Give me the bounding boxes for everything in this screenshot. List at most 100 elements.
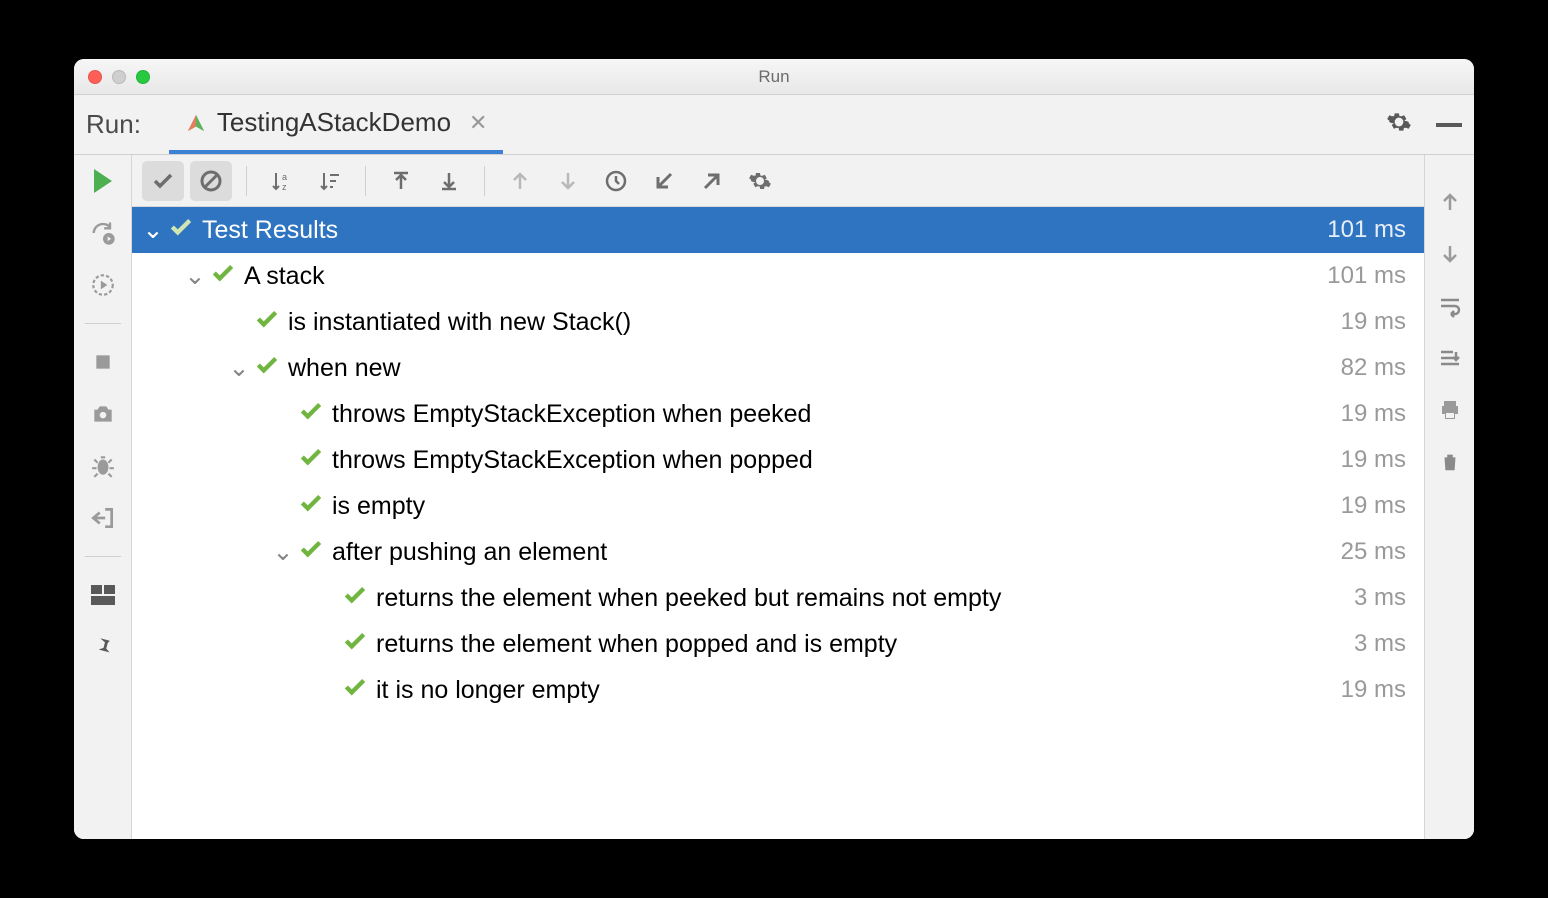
exit-button[interactable] [89,504,117,532]
run-window: Run Run: TestingAStackDemo ✕ [74,59,1474,839]
pass-icon [168,214,194,247]
tree-row-time: 101 ms [1327,262,1406,290]
layout-button[interactable] [89,581,117,609]
run-config-name: TestingAStackDemo [217,107,451,138]
separator [484,166,485,196]
print-button[interactable] [1437,397,1463,423]
export-tests-button[interactable] [691,161,733,201]
expand-icon [389,169,413,193]
chevron-down-icon[interactable]: ⌄ [228,353,250,383]
toggle-auto-test-button[interactable] [89,219,117,247]
separator [246,166,247,196]
clear-all-button[interactable] [1437,449,1463,475]
tree-row[interactable]: is empty19 ms [132,483,1424,529]
pass-icon [254,306,280,339]
arrow-down-icon [1438,242,1462,266]
run-label: Run: [86,109,141,140]
show-passed-button[interactable] [142,161,184,201]
pass-icon [254,352,280,385]
soft-wrap-button[interactable] [1437,293,1463,319]
tree-row-label: throws EmptyStackException when popped [332,446,1341,475]
wrap-icon [1438,294,1462,318]
collapse-icon [437,169,461,193]
arrow-down-icon [556,169,580,193]
tree-row-label: returns the element when popped and is e… [376,630,1354,659]
check-icon [151,169,175,193]
dump-threads-button[interactable] [89,400,117,428]
scroll-to-end-button[interactable] [1437,345,1463,371]
rerun-button[interactable] [89,167,117,195]
main-panel: az ⌄ Test Results 101 ms [132,155,1424,839]
settings-button[interactable] [1386,109,1412,140]
tree-row[interactable]: ⌄A stack101 ms [132,253,1424,299]
rerun-failed-icon [90,272,116,298]
tree-row-label: when new [288,354,1341,383]
svg-text:z: z [282,182,287,192]
tree-root-row[interactable]: ⌄ Test Results 101 ms [132,207,1424,253]
test-settings-button[interactable] [739,161,781,201]
pin-icon [91,635,115,659]
debug-button[interactable] [89,452,117,480]
run-tabbar: Run: TestingAStackDemo ✕ [74,95,1474,155]
minus-icon [1436,123,1462,127]
pass-icon [298,444,324,477]
tree-row-label: returns the element when peeked but rema… [376,584,1354,613]
svg-text:a: a [282,172,287,182]
tree-row-time: 82 ms [1341,354,1406,382]
history-icon [604,169,628,193]
export-icon [700,169,724,193]
titlebar: Run [74,59,1474,95]
auto-test-icon [89,219,117,247]
window-title: Run [74,67,1474,87]
tree-row-label: throws EmptyStackException when peeked [332,400,1341,429]
tree-row-time: 19 ms [1341,308,1406,336]
right-action-gutter [1424,155,1474,839]
collapse-all-button[interactable] [428,161,470,201]
stop-button[interactable] [89,348,117,376]
expand-all-button[interactable] [380,161,422,201]
tree-row[interactable]: throws EmptyStackException when peeked19… [132,391,1424,437]
tree-row[interactable]: ⌄after pushing an element25 ms [132,529,1424,575]
hide-button[interactable] [1436,123,1462,127]
pass-icon [298,490,324,523]
import-tests-button[interactable] [643,161,685,201]
tree-row[interactable]: ⌄ when new82 ms [132,345,1424,391]
tree-row[interactable]: returns the element when peeked but rema… [132,575,1424,621]
ignored-icon [199,169,223,193]
sort-duration-button[interactable] [309,161,351,201]
tree-row[interactable]: throws EmptyStackException when popped19… [132,437,1424,483]
rerun-failed-button[interactable] [89,271,117,299]
chevron-down-icon[interactable]: ⌄ [272,537,294,567]
chevron-down-icon[interactable]: ⌄ [142,215,164,245]
test-history-button[interactable] [595,161,637,201]
close-tab-icon[interactable]: ✕ [469,110,487,136]
pin-button[interactable] [89,633,117,661]
play-icon [94,169,112,193]
test-results-tree[interactable]: ⌄ Test Results 101 ms ⌄A stack101 msis i… [132,207,1424,839]
prev-failed-button[interactable] [499,161,541,201]
tree-row[interactable]: it is no longer empty19 ms [132,667,1424,713]
separator [365,166,366,196]
tree-root-time: 101 ms [1327,216,1406,244]
tree-row-label: is instantiated with new Stack() [288,308,1341,337]
tree-row[interactable]: is instantiated with new Stack()19 ms [132,299,1424,345]
content-area: az ⌄ Test Results 101 ms [74,155,1474,839]
test-toolbar: az [132,155,1424,207]
sort-alpha-icon: az [270,169,294,193]
pass-icon [298,536,324,569]
tree-row-time: 25 ms [1341,538,1406,566]
scroll-down-button[interactable] [1437,241,1463,267]
scroll-up-button[interactable] [1437,189,1463,215]
show-ignored-button[interactable] [190,161,232,201]
exit-icon [90,505,116,531]
chevron-down-icon[interactable]: ⌄ [184,261,206,291]
run-config-tab[interactable]: TestingAStackDemo ✕ [169,95,504,154]
next-failed-button[interactable] [547,161,589,201]
tree-row[interactable]: returns the element when popped and is e… [132,621,1424,667]
divider [85,323,121,324]
left-action-gutter [74,155,132,839]
sort-alpha-button[interactable]: az [261,161,303,201]
arrow-up-icon [508,169,532,193]
tree-row-label: is empty [332,492,1341,521]
trash-icon [1439,450,1461,474]
